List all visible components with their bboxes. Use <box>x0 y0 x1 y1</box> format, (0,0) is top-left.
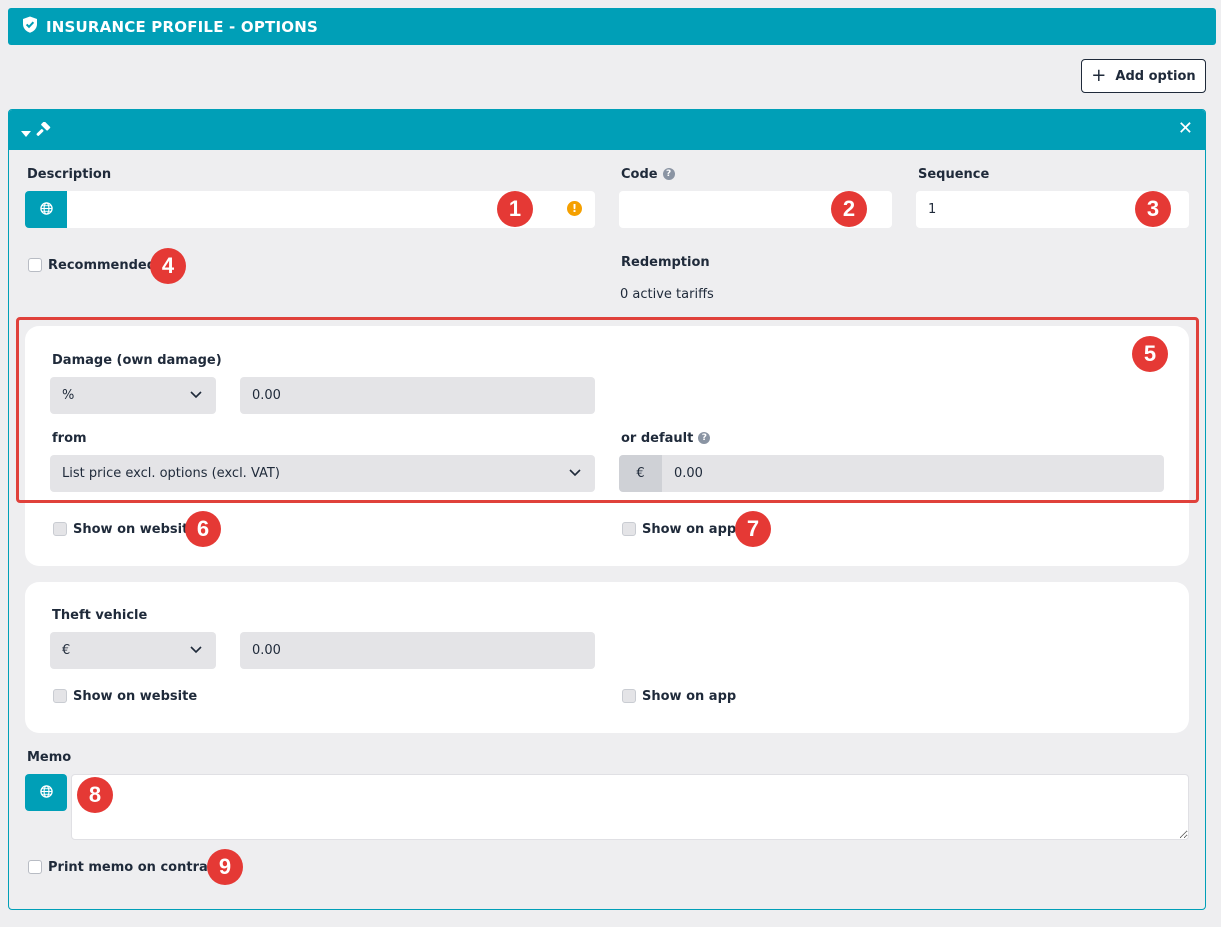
option-card-header: ✕ <box>9 110 1205 150</box>
damage-show-app-checkbox[interactable] <box>622 522 636 536</box>
theft-amount-input[interactable]: 0.00 <box>240 632 595 669</box>
add-option-button[interactable]: + Add option <box>1081 59 1206 93</box>
globe-icon <box>39 783 53 802</box>
description-language-button[interactable] <box>25 191 67 228</box>
recommended-checkbox[interactable] <box>28 258 42 272</box>
damage-show-website-checkbox[interactable] <box>53 522 67 536</box>
add-option-label: Add option <box>1115 68 1196 84</box>
print-memo-label: Print memo on contract <box>48 860 222 875</box>
exclamation-icon: ! <box>567 201 582 216</box>
damage-show-app-label: Show on app <box>642 522 737 537</box>
page-header: INSURANCE PROFILE - OPTIONS <box>8 8 1216 45</box>
highlight-box <box>16 317 1199 503</box>
hammer-icon <box>35 121 51 142</box>
theft-unit-value: € <box>62 643 71 658</box>
code-label-text: Code <box>621 167 658 182</box>
memo-language-button[interactable] <box>25 774 67 811</box>
annotation-badge-4: 4 <box>150 248 186 284</box>
redemption-label: Redemption <box>621 255 710 270</box>
caret-down-icon[interactable] <box>21 123 31 142</box>
annotation-badge-2: 2 <box>831 191 867 227</box>
annotation-badge-9: 9 <box>207 849 243 885</box>
theft-unit-select[interactable]: € <box>50 632 216 669</box>
page-title: INSURANCE PROFILE - OPTIONS <box>46 17 318 36</box>
annotation-badge-7: 7 <box>735 511 771 547</box>
theft-show-app-label: Show on app <box>642 689 737 704</box>
shield-check-icon <box>22 16 38 37</box>
description-label: Description <box>27 167 112 182</box>
memo-label: Memo <box>27 750 72 765</box>
plus-icon: + <box>1091 65 1107 86</box>
globe-icon <box>39 200 53 219</box>
annotation-badge-8: 8 <box>77 777 113 813</box>
close-icon[interactable]: ✕ <box>1178 120 1193 138</box>
damage-show-website-label: Show on website <box>73 522 198 537</box>
annotation-badge-6: 6 <box>185 511 221 547</box>
theft-show-app-checkbox[interactable] <box>622 689 636 703</box>
recommended-label: Recommended <box>48 258 157 273</box>
theft-title: Theft vehicle <box>52 608 148 623</box>
question-icon[interactable]: ? <box>662 167 675 180</box>
theft-show-website-checkbox[interactable] <box>53 689 67 703</box>
chevron-down-icon <box>190 643 202 658</box>
annotation-badge-5: 5 <box>1132 336 1168 372</box>
redemption-value: 0 active tariffs <box>620 287 714 302</box>
print-memo-checkbox[interactable] <box>28 860 42 874</box>
theft-show-website-label: Show on website <box>73 689 198 704</box>
code-label: Code? <box>621 167 675 182</box>
memo-textarea[interactable] <box>71 774 1189 840</box>
sequence-label: Sequence <box>918 167 990 182</box>
annotation-badge-3: 3 <box>1135 191 1171 227</box>
annotation-badge-1: 1 <box>497 191 533 227</box>
